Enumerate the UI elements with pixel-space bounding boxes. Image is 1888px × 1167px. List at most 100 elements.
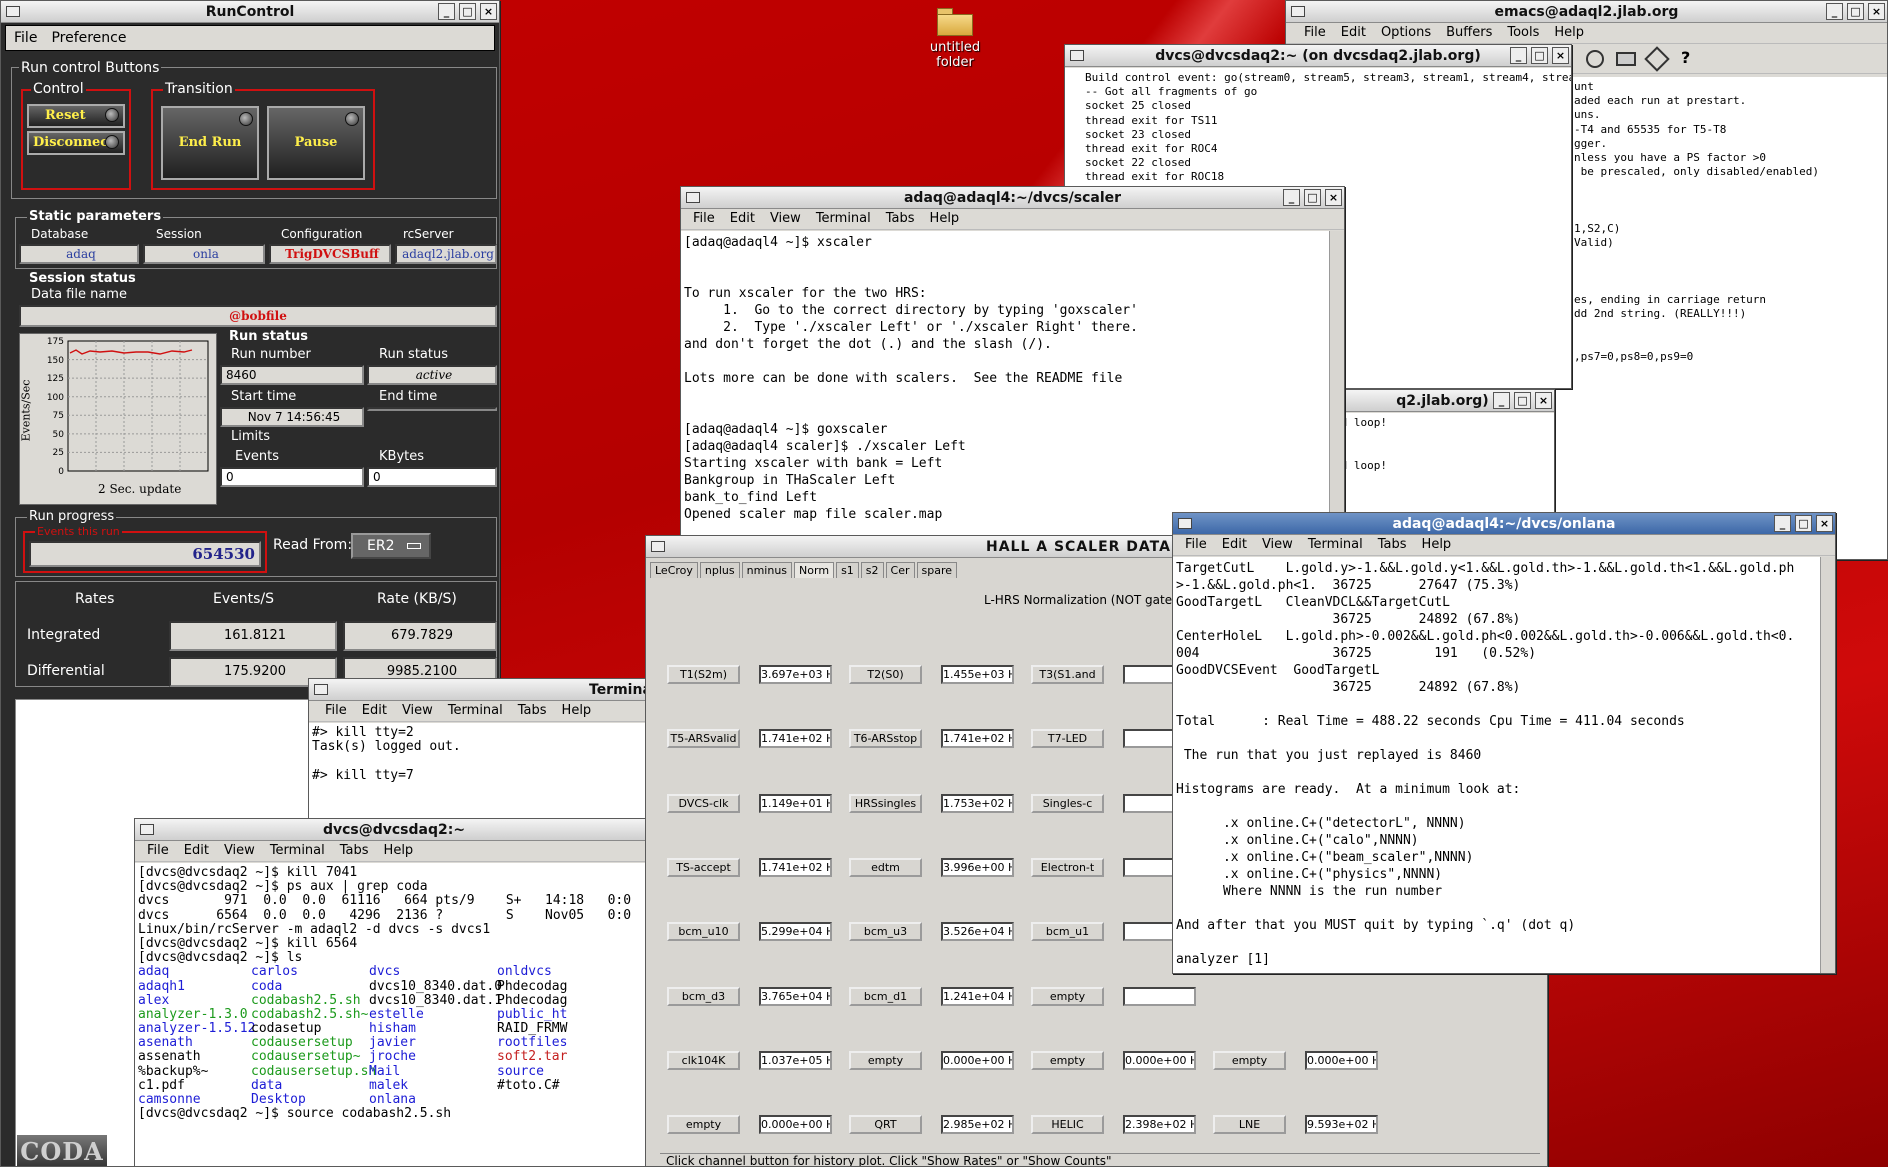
tab-s2[interactable]: s2: [860, 562, 884, 578]
search-icon[interactable]: [1586, 50, 1604, 68]
scaler-channel-button[interactable]: bcm_u3: [849, 922, 922, 942]
ls-entry[interactable]: Phdecodag: [497, 979, 567, 994]
maximize-icon[interactable]: □: [1514, 392, 1531, 409]
dvcs-daq2-top-titlebar[interactable]: dvcs@dvcsdaq2:~ (on dvcsdaq2.jlab.org) _…: [1065, 45, 1571, 67]
window-menu-icon[interactable]: [651, 541, 665, 552]
close-icon[interactable]: ×: [480, 3, 497, 20]
ls-entry[interactable]: hisham: [369, 1021, 416, 1036]
ls-entry[interactable]: carlos: [251, 965, 298, 979]
menu-view[interactable]: View: [1254, 535, 1300, 552]
minimize-icon[interactable]: _: [438, 3, 455, 20]
ls-entry[interactable]: source: [497, 1064, 544, 1079]
close-icon[interactable]: ×: [1535, 392, 1552, 409]
menu-terminal[interactable]: Terminal: [808, 209, 878, 226]
ls-entry[interactable]: onldvcs: [497, 965, 552, 979]
dvcs-terminal-titlebar[interactable]: dvcs@dvcsdaq2:~: [135, 819, 653, 841]
read-from-select[interactable]: ER2: [351, 533, 431, 559]
menu-view[interactable]: View: [762, 209, 808, 226]
menu-help[interactable]: Help: [376, 841, 421, 858]
scaler-channel-button[interactable]: T2(S0): [849, 665, 922, 684]
menu-help[interactable]: Help: [1546, 23, 1591, 40]
minimize-icon[interactable]: _: [1283, 189, 1300, 206]
maximize-icon[interactable]: □: [1304, 189, 1321, 206]
ls-entry[interactable]: estelle: [369, 1007, 424, 1022]
window-menu-icon[interactable]: [1070, 50, 1084, 61]
scaler-channel-button[interactable]: bcm_u1: [1031, 922, 1104, 942]
ls-entry[interactable]: c1.pdf: [138, 1078, 185, 1093]
scaler-channel-button[interactable]: clk104K: [667, 1050, 740, 1070]
maximize-icon[interactable]: □: [1531, 47, 1548, 64]
ls-entry[interactable]: codasetup: [251, 1021, 321, 1036]
minimize-icon[interactable]: _: [1826, 3, 1843, 20]
menu-edit[interactable]: Edit: [1333, 23, 1373, 40]
menu-file[interactable]: File: [1296, 23, 1333, 40]
emacs-titlebar[interactable]: emacs@adaql2.jlab.org _ □ ×: [1286, 1, 1887, 23]
scaler-channel-button[interactable]: Singles-c: [1031, 793, 1104, 813]
ls-entry[interactable]: dvcs10_8340.dat.1: [369, 993, 502, 1008]
ls-entry[interactable]: alex: [138, 993, 169, 1008]
scaler-channel-button[interactable]: T5-ARSvalid: [667, 729, 740, 749]
ls-entry[interactable]: Phdecodag: [497, 993, 567, 1008]
ls-entry[interactable]: codausersetup~: [251, 1050, 361, 1064]
close-icon[interactable]: ×: [1325, 189, 1342, 206]
ls-entry[interactable]: rootfiles: [497, 1036, 567, 1050]
onlana-terminal-output[interactable]: TargetCutL L.gold.y>-1.&&L.gold.y<1.&&L.…: [1173, 557, 1820, 973]
ls-entry[interactable]: codabash2.5.sh~: [251, 1007, 368, 1022]
ls-entry[interactable]: public_ht: [497, 1007, 567, 1022]
close-icon[interactable]: ×: [1552, 47, 1569, 64]
menu-edit[interactable]: Edit: [722, 209, 762, 226]
scaler-channel-button[interactable]: edtm: [849, 857, 922, 877]
menu-view[interactable]: View: [216, 841, 262, 858]
menu-edit[interactable]: Edit: [1214, 535, 1254, 552]
ls-entry[interactable]: coda: [251, 979, 282, 994]
menu-file[interactable]: File: [685, 209, 722, 226]
pause-button[interactable]: Pause: [267, 106, 365, 180]
menu-help[interactable]: Help: [554, 701, 599, 718]
scaler-channel-button[interactable]: T7-LED: [1031, 729, 1104, 749]
dvcs-terminal-output[interactable]: [dvcs@dvcsdaq2 ~]$ kill 7041 [dvcs@dvcsda…: [135, 863, 653, 1166]
ls-entry[interactable]: jroche: [369, 1050, 416, 1064]
scaler-channel-button[interactable]: DVCS-clk: [667, 793, 740, 813]
ls-entry[interactable]: adaq: [138, 965, 169, 979]
small-terminal-titlebar[interactable]: q2.jlab.org) _ □ ×: [1331, 390, 1554, 412]
scaler-channel-button[interactable]: empty: [849, 1050, 922, 1070]
print-icon[interactable]: [1616, 52, 1636, 66]
scaler-channel-button[interactable]: T6-ARSstop: [849, 729, 922, 749]
menu-options[interactable]: Options: [1373, 23, 1438, 40]
menu-tabs[interactable]: Tabs: [332, 841, 376, 858]
ls-entry[interactable]: malek: [369, 1078, 408, 1093]
window-menu-icon[interactable]: [1178, 518, 1192, 529]
menu-buffers[interactable]: Buffers: [1438, 23, 1499, 40]
window-menu-icon[interactable]: [140, 824, 154, 835]
menu-help[interactable]: Help: [1414, 535, 1459, 552]
data-file-field[interactable]: @bobfile: [19, 305, 497, 327]
window-menu-icon[interactable]: [1291, 6, 1305, 17]
end-run-button[interactable]: End Run: [161, 106, 259, 180]
scaler-terminal-output[interactable]: [adaq@adaql4 ~]$ xscaler To run xscaler f…: [681, 231, 1329, 535]
tab-nminus[interactable]: nminus: [741, 562, 793, 578]
menu-edit[interactable]: Edit: [354, 701, 394, 718]
scaler-channel-button[interactable]: bcm_d3: [667, 986, 740, 1006]
mid-terminal-titlebar[interactable]: Termina: [309, 679, 647, 701]
scaler-channel-button[interactable]: T3(S1.and: [1031, 665, 1104, 684]
ls-entry[interactable]: data: [251, 1078, 282, 1093]
menu-file[interactable]: File: [317, 701, 354, 718]
menu-preference[interactable]: Preference: [43, 26, 132, 46]
scaler-channel-button[interactable]: bcm_u10: [667, 922, 740, 942]
menu-terminal[interactable]: Terminal: [1300, 535, 1370, 552]
ls-entry[interactable]: codabash2.5.sh: [251, 993, 361, 1008]
tab-spare[interactable]: spare: [916, 562, 958, 578]
spell-icon[interactable]: [1644, 46, 1670, 72]
scaler-channel-button[interactable]: Electron-t: [1031, 857, 1104, 877]
tab-s1[interactable]: s1: [836, 562, 859, 578]
tab-lecroy[interactable]: LeCroy: [650, 562, 698, 578]
ls-entry[interactable]: dvcs10_8340.dat.0: [369, 979, 502, 994]
onlana-terminal-titlebar[interactable]: adaq@adaql4:~/dvcs/onlana _ □ ×: [1173, 513, 1835, 535]
menu-file[interactable]: File: [139, 841, 176, 858]
menu-file[interactable]: File: [6, 26, 43, 46]
menu-tools[interactable]: Tools: [1499, 23, 1546, 40]
ls-entry[interactable]: Mail: [369, 1064, 400, 1079]
menu-terminal[interactable]: Terminal: [262, 841, 332, 858]
ls-entry[interactable]: onlana: [369, 1092, 416, 1107]
ls-entry[interactable]: Desktop: [251, 1092, 306, 1107]
